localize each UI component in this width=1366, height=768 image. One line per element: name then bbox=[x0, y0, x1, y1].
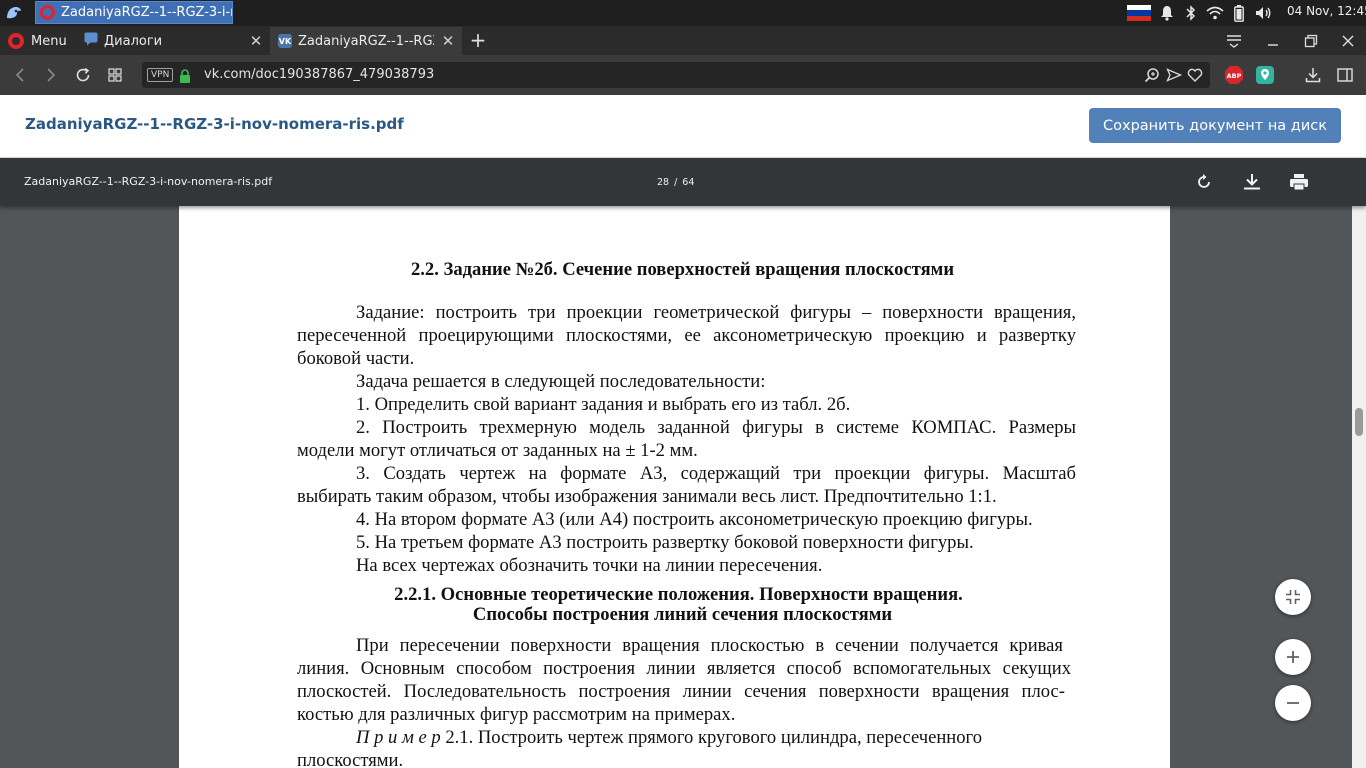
paragraph-line: пересеченной проецирующими плоскостями, … bbox=[297, 325, 1076, 346]
lock-icon[interactable] bbox=[179, 68, 191, 83]
list-item: 2. Построить трехмерную модель заданной … bbox=[356, 417, 1076, 438]
example-label: П р и м е р bbox=[356, 727, 441, 748]
battery-icon[interactable] bbox=[1232, 4, 1246, 22]
back-icon[interactable] bbox=[9, 64, 31, 86]
pdf-file-name: ZadaniyaRGZ--1--RGZ-3-i-nov-nomera-ris.p… bbox=[24, 175, 273, 188]
opera-logo-icon bbox=[8, 33, 24, 49]
system-clock[interactable]: 04 Nov, 12:45 bbox=[1287, 4, 1366, 18]
tab-document[interactable]: VK ZadaniyaRGZ--1--RGZ-3-i ✕ bbox=[270, 27, 462, 55]
browser-menu-button[interactable]: Menu bbox=[8, 30, 67, 52]
paragraph-line: костью для различных фигур рассмотрим на… bbox=[297, 704, 736, 725]
print-icon[interactable] bbox=[1287, 170, 1311, 194]
save-to-disk-button[interactable]: Сохранить документ на диск bbox=[1089, 108, 1341, 143]
page-indicator: 28 / 64 bbox=[657, 177, 694, 188]
extension-icon[interactable] bbox=[1255, 65, 1275, 85]
vk-icon: VK bbox=[278, 34, 292, 48]
chat-icon bbox=[84, 32, 98, 50]
paragraph-line: плоскостей. Последовательность построени… bbox=[297, 681, 1065, 702]
list-item: 4. На втором формате А3 (или А4) построи… bbox=[356, 509, 1033, 530]
list-item: 1. Определить свой вариант задания и выб… bbox=[356, 394, 851, 415]
taskbar-window-title: ZadaniyaRGZ--1--RGZ-3-i-no... bbox=[61, 5, 232, 20]
zoom-in-button[interactable] bbox=[1275, 639, 1311, 675]
list-item: модели могут отличаться от заданных на ±… bbox=[297, 440, 698, 461]
heart-icon[interactable] bbox=[1187, 67, 1203, 83]
wifi-icon[interactable] bbox=[1206, 4, 1224, 22]
vpn-badge[interactable]: VPN bbox=[147, 68, 174, 82]
paragraph-line: На всех чертежах обозначить точки на лин… bbox=[356, 555, 823, 576]
tab-title: Диалоги bbox=[104, 33, 163, 49]
bluetooth-icon[interactable] bbox=[1184, 4, 1198, 22]
vk-document-header: ZadaniyaRGZ--1--RGZ-3-i-nov-nomera-ris.p… bbox=[0, 95, 1366, 158]
reload-icon[interactable] bbox=[72, 64, 94, 86]
paragraph-line: плоскостями. bbox=[297, 750, 404, 768]
menu-label: Menu bbox=[31, 33, 67, 49]
zoom-search-icon[interactable] bbox=[1144, 67, 1160, 83]
total-page-count: 64 bbox=[682, 177, 695, 188]
new-tab-button[interactable]: + bbox=[468, 30, 488, 50]
tab-title: ZadaniyaRGZ--1--RGZ-3-i bbox=[298, 33, 434, 49]
pdf-viewer-toolbar: ZadaniyaRGZ--1--RGZ-3-i-nov-nomera-ris.p… bbox=[0, 158, 1366, 206]
restore-window-icon[interactable] bbox=[1300, 30, 1322, 52]
section-heading: 2.2. Задание №2б. Сечение поверхностей в… bbox=[410, 259, 955, 280]
pdf-viewport[interactable]: 2.2. Задание №2б. Сечение поверхностей в… bbox=[0, 206, 1352, 768]
app-launcher-icon[interactable] bbox=[4, 3, 24, 23]
url-field[interactable]: VPN vk.com/doc190387867_479038793 bbox=[142, 62, 1210, 88]
address-bar: VPN vk.com/doc190387867_479038793 ABP bbox=[0, 55, 1366, 95]
forward-icon[interactable] bbox=[40, 64, 62, 86]
downloads-icon[interactable] bbox=[1302, 64, 1324, 86]
download-icon[interactable] bbox=[1240, 170, 1264, 194]
paragraph-line: боковой части. bbox=[297, 348, 415, 369]
send-icon[interactable] bbox=[1166, 67, 1183, 83]
current-page-number[interactable]: 28 bbox=[657, 177, 669, 188]
paragraph-line: Задача решается в следующей последовател… bbox=[356, 371, 766, 392]
url-text: vk.com/doc190387867_479038793 bbox=[204, 67, 435, 82]
fit-to-page-button[interactable] bbox=[1275, 579, 1311, 615]
zoom-out-button[interactable] bbox=[1275, 685, 1311, 721]
scrollbar-thumb[interactable] bbox=[1355, 408, 1363, 436]
opera-icon bbox=[40, 5, 55, 20]
page-scrollbar[interactable]: ▲ bbox=[1352, 158, 1366, 768]
tab-menu-icon[interactable] bbox=[1223, 30, 1245, 52]
list-item: выбирать таким образом, чтобы изображени… bbox=[297, 486, 997, 507]
os-taskbar: ZadaniyaRGZ--1--RGZ-3-i-no... 04 Nov, 12… bbox=[0, 0, 1366, 26]
adblock-label: ABP bbox=[1227, 72, 1242, 80]
tabs-grid-icon[interactable] bbox=[104, 64, 126, 86]
taskbar-window-button[interactable]: ZadaniyaRGZ--1--RGZ-3-i-no... bbox=[35, 1, 233, 24]
close-window-icon[interactable] bbox=[1337, 30, 1359, 52]
notification-bell-icon[interactable] bbox=[1159, 4, 1175, 22]
rotate-icon[interactable] bbox=[1192, 170, 1216, 194]
fit-page-icon bbox=[1286, 590, 1300, 604]
example-text: 2.1. Построить чертеж прямого кругового … bbox=[440, 727, 983, 748]
paragraph-line: Задание: построить три проекции геометри… bbox=[356, 302, 1076, 323]
browser-tab-bar: Menu Диалоги ✕ VK ZadaniyaRGZ--1--RGZ-3-… bbox=[0, 26, 1366, 55]
close-tab-icon[interactable]: ✕ bbox=[248, 33, 264, 49]
close-tab-icon[interactable]: ✕ bbox=[440, 33, 456, 49]
list-item: 5. На третьем формате А3 построить разве… bbox=[356, 532, 974, 553]
adblock-icon[interactable]: ABP bbox=[1224, 65, 1244, 85]
paragraph-line: При пересечении поверхности вращения пло… bbox=[356, 635, 1063, 656]
document-title: ZadaniyaRGZ--1--RGZ-3-i-nov-nomera-ris.p… bbox=[25, 115, 404, 133]
list-item: 3. Создать чертеж на формате А3, содержа… bbox=[356, 463, 1076, 484]
minimize-window-icon[interactable] bbox=[1262, 30, 1284, 52]
page-separator: / bbox=[674, 177, 678, 188]
pdf-page: 2.2. Задание №2б. Сечение поверхностей в… bbox=[179, 206, 1170, 768]
minus-icon bbox=[1287, 702, 1299, 704]
sidebar-toggle-icon[interactable] bbox=[1334, 64, 1356, 86]
paragraph-line: линия. Основным способом построения лини… bbox=[297, 658, 1071, 679]
keyboard-layout-flag-icon[interactable] bbox=[1127, 5, 1151, 21]
plus-icon bbox=[1287, 651, 1299, 663]
volume-icon[interactable] bbox=[1254, 4, 1272, 22]
subsection-heading: Способы построения линий сечения плоскос… bbox=[472, 604, 893, 625]
tab-dialogs[interactable]: Диалоги ✕ bbox=[76, 27, 270, 55]
example-line: П р и м е р 2.1. Построить чертеж прямог… bbox=[356, 726, 982, 749]
